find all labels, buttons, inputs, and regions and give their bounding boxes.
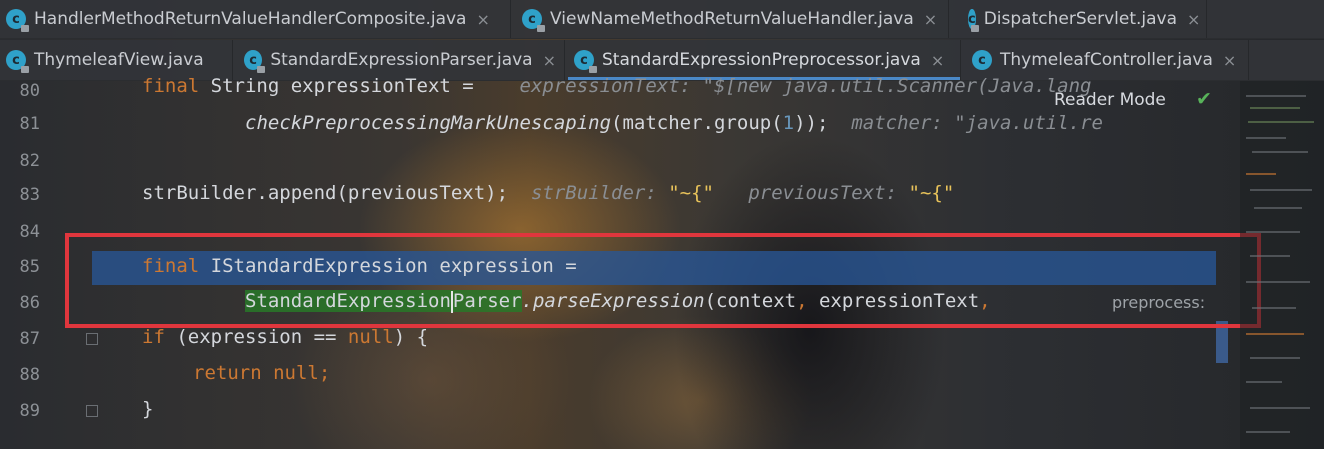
code-text: ) { — [393, 326, 429, 348]
line-number: 85 — [19, 257, 40, 277]
class-icon: c — [972, 50, 992, 70]
tab-label: StandardExpressionPreprocessor.java — [602, 50, 921, 70]
lock-icon — [21, 25, 29, 32]
line-number: 82 — [19, 151, 40, 171]
close-icon[interactable]: × — [931, 51, 944, 70]
keyword: null — [347, 326, 394, 348]
minimap-line — [1246, 281, 1310, 283]
tab-label: ThymeleafController.java — [1000, 50, 1213, 70]
string-literal: "~{" — [668, 182, 714, 204]
tab-view-name-method-return-value-handler[interactable]: c ViewNameMethodReturnValueHandler.java … — [516, 0, 949, 38]
class-icon: c — [522, 9, 545, 32]
line-number: 81 — [19, 114, 40, 134]
class-icon: c — [968, 9, 979, 32]
code-minimap[interactable] — [1240, 81, 1324, 449]
check-icon[interactable]: ✔ — [1196, 88, 1212, 110]
class-icon: c — [6, 50, 29, 73]
keyword: if — [142, 326, 165, 348]
line-number: 80 — [19, 81, 40, 101]
minimap-line — [1252, 151, 1308, 153]
code-text: (matcher.group( — [611, 112, 783, 134]
minimap-line — [1250, 189, 1312, 191]
editor-tabs-row-1: c HandlerMethodReturnValueHandlerComposi… — [0, 0, 1324, 39]
inline-debug-hint: expressionText: "$[new java.util.Scanner… — [519, 75, 1092, 97]
lock-icon — [537, 25, 545, 32]
lock-icon — [970, 25, 979, 32]
code-line-80: final String expressionText = expression… — [142, 75, 1091, 97]
line-number: 83 — [19, 185, 40, 205]
lock-icon — [589, 66, 597, 73]
minimap-line — [1246, 137, 1286, 139]
tab-label: DispatcherServlet.java — [983, 9, 1178, 29]
code-line-83: strBuilder.append(previousText); strBuil… — [142, 182, 954, 204]
minimap-line — [1254, 207, 1302, 209]
line-number: 86 — [19, 293, 40, 313]
close-icon[interactable]: × — [924, 10, 937, 29]
string-literal: "~{" — [908, 182, 955, 204]
line-number: 89 — [19, 401, 40, 421]
code-line-89: } — [142, 398, 153, 420]
tab-standard-expression-parser[interactable]: c StandardExpressionParser.java × — [238, 40, 565, 80]
fold-icon[interactable] — [86, 333, 98, 345]
minimap-line — [1246, 333, 1304, 335]
tab-thymeleaf-view[interactable]: c ThymeleafView.java — [0, 40, 233, 80]
keyword: final — [142, 75, 200, 97]
close-icon[interactable]: × — [543, 51, 556, 70]
method-call: checkPreprocessingMarkUnescaping — [245, 112, 612, 134]
code-text: )); — [794, 112, 829, 134]
keyword: return — [193, 362, 262, 384]
class-icon: c — [244, 50, 266, 73]
tab-handler-method-return-value-handler-composite[interactable]: c HandlerMethodReturnValueHandlerComposi… — [0, 0, 511, 38]
code-text: String expressionText = — [199, 75, 474, 97]
close-icon[interactable]: × — [1223, 51, 1236, 70]
tab-label: HandlerMethodReturnValueHandlerComposite… — [34, 9, 467, 29]
inline-debug-hint: matcher: "java.util.re — [851, 112, 1103, 134]
code-line-88: return null; — [193, 362, 330, 384]
minimap-line — [1250, 107, 1300, 109]
minimap-line — [1250, 407, 1310, 409]
tab-label: ViewNameMethodReturnValueHandler.java — [550, 9, 914, 29]
minimap-line — [1246, 173, 1276, 175]
fold-icon[interactable] — [86, 405, 98, 417]
code-text: (expression == — [164, 326, 348, 348]
code-text: strBuilder.append(previousText); — [142, 182, 509, 204]
tab-dispatcher-servlet[interactable]: c DispatcherServlet.java × — [962, 0, 1207, 38]
code-line-81: checkPreprocessingMarkUnescaping(matcher… — [245, 112, 1103, 134]
minimap-line — [1246, 95, 1306, 97]
lock-icon — [257, 66, 266, 73]
number-literal: 1 — [782, 112, 795, 134]
code-text: } — [142, 398, 154, 420]
tab-label: ThymeleafView.java — [34, 50, 204, 70]
close-icon[interactable]: × — [1187, 10, 1200, 29]
class-icon: c — [6, 9, 29, 32]
tab-label: StandardExpressionParser.java — [270, 50, 533, 70]
line-number: 84 — [19, 222, 40, 242]
minimap-line — [1246, 231, 1300, 233]
annotation-highlight-box — [65, 233, 1261, 328]
minimap-line — [1248, 121, 1314, 123]
inline-debug-hint: previousText: — [748, 182, 898, 204]
tab-thymeleaf-controller[interactable]: c ThymeleafController.java × — [966, 40, 1249, 80]
lock-icon — [21, 66, 29, 73]
tab-standard-expression-preprocessor[interactable]: c StandardExpressionPreprocessor.java × — [568, 40, 961, 80]
keyword: null — [273, 362, 319, 384]
inline-debug-hint: strBuilder: — [530, 182, 657, 204]
minimap-line — [1250, 357, 1300, 359]
minimap-line — [1246, 381, 1282, 383]
class-icon: c — [574, 50, 597, 73]
close-icon[interactable]: × — [476, 10, 489, 29]
minimap-line — [1246, 431, 1290, 433]
reader-mode-button[interactable]: Reader Mode — [1054, 90, 1166, 110]
line-number: 88 — [19, 365, 40, 385]
code-line-87: if (expression == null) { — [142, 326, 428, 348]
minimap-line — [1250, 255, 1290, 257]
semicolon: ; — [318, 362, 331, 384]
line-number: 87 — [19, 329, 40, 349]
minimap-line — [1252, 307, 1296, 309]
